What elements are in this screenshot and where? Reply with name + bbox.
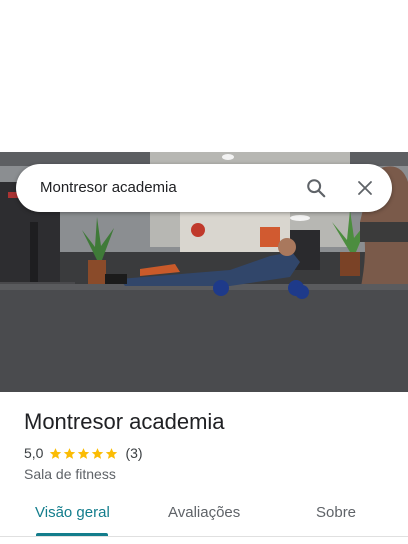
place-info: Montresor academia 5,0 (3) Sala de fitne…	[24, 408, 225, 482]
rating-value: 5,0	[24, 445, 44, 461]
search-bar[interactable]: Montresor academia	[16, 164, 392, 212]
search-icon[interactable]	[302, 174, 330, 202]
place-category: Sala de fitness	[24, 466, 116, 482]
star-icon	[92, 447, 104, 459]
star-icon	[106, 447, 118, 459]
tab-bar: Visão geral Avaliações Sobre	[0, 496, 408, 537]
close-icon[interactable]	[351, 174, 379, 202]
rating-row[interactable]: 5,0 (3)	[24, 444, 225, 462]
tab-reviews[interactable]: Avaliações	[168, 504, 240, 521]
star-icon	[64, 447, 76, 459]
active-tab-indicator	[36, 533, 108, 536]
tab-about[interactable]: Sobre	[316, 504, 356, 521]
star-icon	[78, 447, 90, 459]
tab-overview[interactable]: Visão geral	[35, 504, 110, 521]
star-rating	[49, 447, 119, 460]
search-input[interactable]: Montresor academia	[40, 178, 177, 198]
review-count[interactable]: (3)	[125, 445, 142, 461]
place-title: Montresor academia	[24, 409, 225, 434]
star-icon	[50, 447, 62, 459]
